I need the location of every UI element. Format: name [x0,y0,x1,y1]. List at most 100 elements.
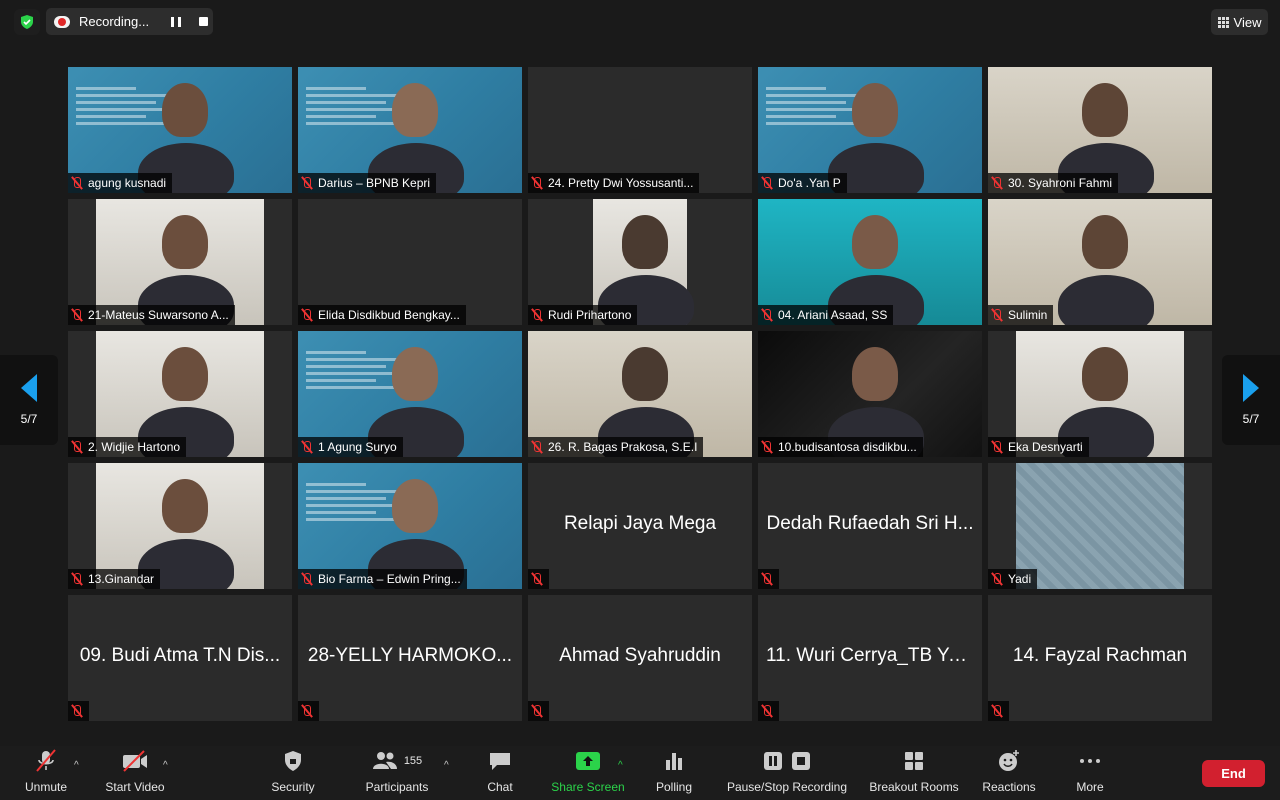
polling-button[interactable]: Polling [650,746,698,800]
participant-tile[interactable]: 28-YELLY HARMOKO... [298,595,522,721]
security-shield-icon[interactable] [14,9,40,35]
muted-microphone-icon [761,704,773,718]
more-button[interactable]: More [1070,746,1110,800]
participant-name-label: 13.Ginandar [88,572,155,586]
muted-microphone-icon [301,308,313,322]
participants-options-chevron-icon[interactable]: ^ [444,760,449,771]
video-off-icon [120,748,150,774]
pause-stop-recording-button[interactable]: Pause/Stop Recording [722,746,852,800]
participant-display-name: 09. Budi Atma T.N Dis... [79,645,281,666]
participant-nameplate: Eka Desnyarti [988,437,1089,457]
participant-display-name: 14. Fayzal Rachman [1012,645,1188,666]
share-screen-button[interactable]: Share Screen [546,746,630,800]
participant-nameplate: Do'a .Yan P [758,173,847,193]
participant-silhouette [162,83,208,137]
stop-recording-button[interactable] [199,17,209,26]
muted-microphone-icon [531,440,543,454]
security-label: Security [271,780,315,794]
participant-tile[interactable]: 26. R. Bagas Prakosa, S.E.I [528,331,752,457]
participant-tile[interactable]: Dedah Rufaedah Sri H... [758,463,982,589]
participant-nameplate: 04. Ariani Asaad, SS [758,305,894,325]
participant-name-label: 30. Syahroni Fahmi [1008,176,1113,190]
participant-tile[interactable]: 21-Mateus Suwarsono A... [68,199,292,325]
end-meeting-button[interactable]: End [1202,760,1265,787]
participant-nameplate: 21-Mateus Suwarsono A... [68,305,235,325]
participant-tile[interactable]: Sulimin [988,199,1212,325]
recording-cloud-icon [54,15,70,28]
muted-microphone-icon [991,440,1003,454]
muted-microphone-icon [761,572,773,586]
breakout-rooms-icon [903,748,925,774]
audio-options-chevron-icon[interactable]: ^ [74,760,79,771]
participant-tile[interactable]: Ahmad Syahruddin [528,595,752,721]
pause-stop-icon [763,748,811,774]
participant-nameplate: 24. Pretty Dwi Yossusanti... [528,173,700,193]
participant-tile[interactable]: 04. Ariani Asaad, SS [758,199,982,325]
pause-recording-button[interactable] [171,16,182,27]
chat-label: Chat [487,780,513,794]
participant-silhouette [622,215,668,269]
share-options-chevron-icon[interactable]: ^ [618,760,623,771]
participant-silhouette [852,83,898,137]
muted-microphone-icon [301,176,313,190]
participant-nameplate: Darius – BPNB Kepri [298,173,437,193]
participant-tile[interactable]: 11. Wuri Cerrya_TB Yo... [758,595,982,721]
reactions-button[interactable]: Reactions [978,746,1040,800]
next-page-button[interactable]: 5/7 [1222,355,1280,445]
participant-tile[interactable]: Yadi [988,463,1212,589]
participant-nameplate: 2. Widjie Hartono [68,437,187,457]
participant-name-label: Darius – BPNB Kepri [318,176,431,190]
participant-tile[interactable]: Elida Disdikbud Bengkay... [298,199,522,325]
share-screen-label: Share Screen [551,780,625,794]
participant-nameplate [758,701,779,721]
participant-silhouette [162,215,208,269]
participant-tile[interactable]: 30. Syahroni Fahmi [988,67,1212,193]
participant-tile[interactable]: Do'a .Yan P [758,67,982,193]
participant-silhouette [392,83,438,137]
participants-label: Participants [365,780,429,794]
unmute-button[interactable]: Unmute [18,746,74,800]
participant-tile[interactable]: Eka Desnyarti [988,331,1212,457]
breakout-rooms-label: Breakout Rooms [869,780,959,794]
participants-button[interactable]: 155 Participants [360,746,434,800]
participants-icon: 155 [372,748,422,774]
participant-name-label: Rudi Prihartono [548,308,632,322]
participant-silhouette [1058,275,1154,325]
participant-display-name: 28-YELLY HARMOKO... [307,645,513,666]
participant-tile[interactable]: Rudi Prihartono [528,199,752,325]
participant-display-name: Relapi Jaya Mega [563,513,717,534]
muted-microphone-icon [991,308,1003,322]
participant-tile[interactable]: 24. Pretty Dwi Yossusanti... [528,67,752,193]
participant-nameplate: 26. R. Bagas Prakosa, S.E.I [528,437,704,457]
participant-silhouette [162,347,208,401]
recording-label: Recording... [79,14,150,29]
muted-microphone-icon [531,572,543,586]
participant-tile[interactable]: Bio Farma – Edwin Pring... [298,463,522,589]
start-video-button[interactable]: Start Video [100,746,170,800]
muted-microphone-icon [531,704,543,718]
participant-tile[interactable]: 1 Agung Suryo [298,331,522,457]
muted-microphone-icon [71,572,83,586]
breakout-rooms-button[interactable]: Breakout Rooms [866,746,962,800]
participant-tile[interactable]: 09. Budi Atma T.N Dis... [68,595,292,721]
participant-display-name: Ahmad Syahruddin [559,645,721,666]
participant-silhouette [1082,347,1128,401]
participant-tile[interactable]: agung kusnadi [68,67,292,193]
participant-tile[interactable]: 14. Fayzal Rachman [988,595,1212,721]
muted-microphone-icon [71,704,83,718]
participant-tile[interactable]: 2. Widjie Hartono [68,331,292,457]
previous-page-button[interactable]: 5/7 [0,355,58,445]
shield-icon [282,748,304,774]
participant-tile[interactable]: 10.budisantosa disdikbu... [758,331,982,457]
participant-tile[interactable]: 13.Ginandar [68,463,292,589]
view-button[interactable]: View [1211,9,1268,35]
muted-microphone-icon [991,176,1003,190]
chat-button[interactable]: Chat [478,746,522,800]
participant-name-label: Do'a .Yan P [778,176,841,190]
participant-tile[interactable]: Relapi Jaya Mega [528,463,752,589]
security-button[interactable]: Security [266,746,320,800]
unmute-label: Unmute [24,780,68,794]
participant-tile[interactable]: Darius – BPNB Kepri [298,67,522,193]
participant-nameplate: Bio Farma – Edwin Pring... [298,569,467,589]
video-options-chevron-icon[interactable]: ^ [163,760,168,771]
